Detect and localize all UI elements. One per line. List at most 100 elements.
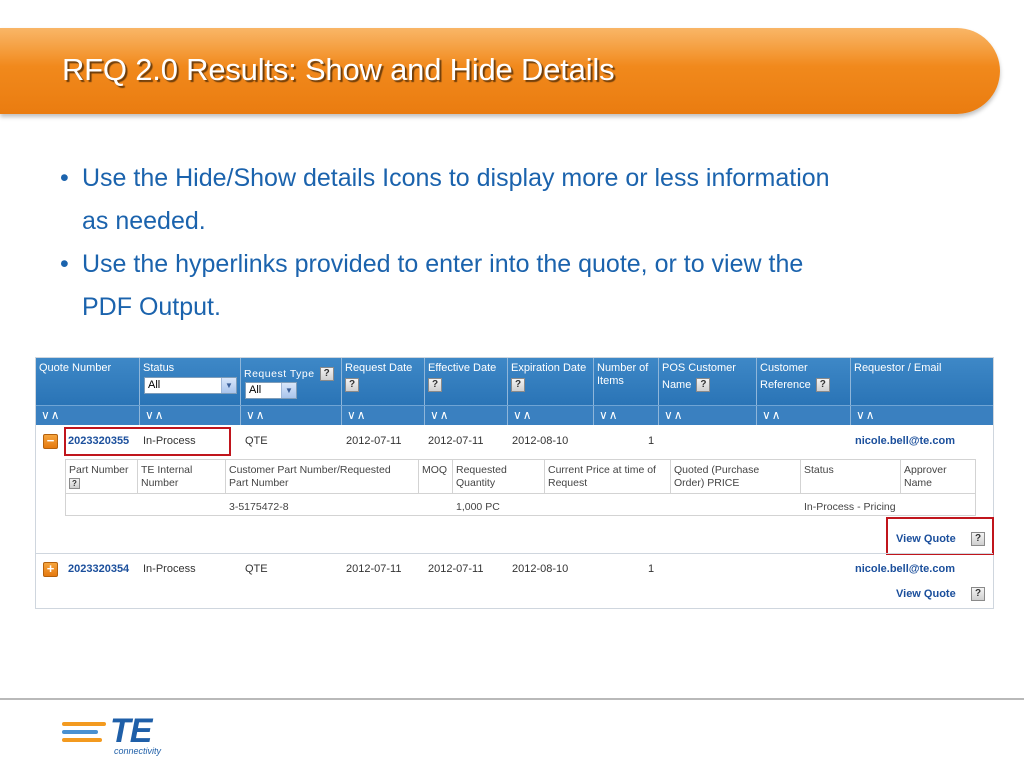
sort-toggle-icon[interactable]: ∨∧ [594, 406, 659, 425]
show-details-icon[interactable]: + [43, 562, 58, 577]
logo-swoosh-blue [62, 730, 98, 734]
column-header-requestor-email[interactable]: Requestor / Email [851, 358, 993, 405]
dropdown-arrow-icon[interactable]: ▼ [281, 383, 296, 398]
request-type-filter-select[interactable]: All ▼ [245, 382, 297, 399]
column-label: Order) PRICE [674, 477, 740, 489]
row-effective-date: 2012-07-11 [428, 435, 484, 447]
detail-column-status: Status [801, 460, 901, 494]
details-header: Part Number ? TE Internal Number Custome… [66, 460, 975, 494]
column-header-request-date[interactable]: Request Date ? [342, 358, 425, 405]
detail-column-approver-name: Approver Name [901, 460, 975, 494]
column-label: Quantity [456, 477, 496, 489]
detail-column-part-number: Part Number ? [66, 460, 138, 494]
detail-column-requested-quantity: Requested Quantity [453, 460, 545, 494]
column-label: Status [804, 464, 834, 476]
sort-toggle-icon[interactable]: ∨∧ [241, 406, 342, 425]
column-label: Request [548, 477, 588, 489]
sort-toggle-icon[interactable]: ∨∧ [140, 406, 241, 425]
column-header-quote-number[interactable]: Quote Number [36, 358, 140, 405]
sort-toggle-icon[interactable]: ∨∧ [508, 406, 594, 425]
column-header-effective-date[interactable]: Effective Date ? [425, 358, 508, 405]
help-icon[interactable]: ? [511, 378, 525, 392]
sort-toggle-icon[interactable]: ∨∧ [425, 406, 508, 425]
requestor-email-link[interactable]: nicole.bell@te.com [855, 435, 955, 447]
column-label: Customer Part Number/Requested [229, 464, 391, 476]
logo-tagline: connectivity [114, 746, 162, 756]
table-row: + 2023320354 In-Process QTE 2012-07-11 2… [36, 558, 993, 580]
bullet-text-line: as needed. [82, 207, 206, 235]
detail-column-te-internal-number: TE Internal Number [138, 460, 226, 494]
row-expiration-date: 2012-08-10 [512, 435, 569, 447]
detail-customer-part-number: 3-5175472-8 [229, 501, 289, 513]
column-header-customer-reference[interactable]: Customer Reference ? [757, 358, 851, 405]
logo-swoosh-orange [62, 722, 106, 726]
dropdown-arrow-icon[interactable]: ▼ [221, 378, 236, 393]
column-label: Requestor / Email [854, 362, 942, 374]
column-label: Effective Date [428, 362, 497, 374]
column-label: Items [597, 375, 624, 387]
slide-title: RFQ 2.0 Results: Show and Hide Details [62, 52, 615, 87]
column-label: Expiration Date [511, 362, 587, 374]
help-icon[interactable]: ? [319, 367, 334, 381]
column-label: Requested [456, 464, 507, 476]
details-subtable: Part Number ? TE Internal Number Custome… [65, 459, 976, 516]
column-label: Number [141, 477, 179, 489]
quote-number-link[interactable]: 2023320354 [68, 563, 129, 575]
column-label: Customer [760, 362, 808, 374]
column-label: Quoted (Purchase [674, 464, 760, 476]
help-icon[interactable]: ? [428, 378, 442, 392]
column-header-request-type: Request Type ? All ▼ [241, 358, 342, 405]
help-icon[interactable]: ? [971, 587, 985, 601]
row-request-date: 2012-07-11 [346, 435, 402, 447]
column-label: POS Customer [662, 362, 736, 374]
view-quote-link[interactable]: View Quote [896, 588, 956, 600]
detail-requested-quantity: 1,000 PC [456, 501, 500, 513]
bullet-dot: • [60, 164, 69, 192]
bullet-text-line: Use the hyperlinks provided to enter int… [82, 250, 804, 278]
column-header-number-of-items[interactable]: Number of Items [594, 358, 659, 405]
bullet-text-line: PDF Output. [82, 293, 221, 321]
column-header-expiration-date[interactable]: Expiration Date ? [508, 358, 594, 405]
row-number-of-items: 1 [648, 563, 655, 575]
column-label: Name [662, 378, 692, 391]
te-connectivity-logo: TE connectivity [62, 712, 182, 758]
status-filter-select[interactable]: All ▼ [144, 377, 237, 394]
column-label: Number of [597, 362, 649, 374]
help-icon[interactable]: ? [345, 378, 359, 392]
detail-column-customer-part-number: Customer Part Number/Requested Part Numb… [226, 460, 419, 494]
row-effective-date: 2012-07-11 [428, 563, 484, 575]
row-separator [36, 553, 993, 554]
sort-toggle-icon[interactable]: ∨∧ [342, 406, 425, 425]
row-request-date: 2012-07-11 [346, 563, 402, 575]
bullet-text-line: Use the Hide/Show details Icons to displ… [82, 164, 830, 192]
column-label: Quote Number [39, 362, 112, 374]
footer-divider [0, 698, 1024, 700]
bullet-list: • Use the Hide/Show details Icons to dis… [60, 157, 960, 329]
sort-toggle-icon[interactable]: ∨∧ [659, 406, 757, 425]
column-label: Request Date [345, 362, 413, 374]
sort-toggle-icon[interactable]: ∨∧ [757, 406, 851, 425]
column-label: Approver [904, 464, 947, 476]
hide-details-icon[interactable]: − [43, 434, 58, 449]
column-label: MOQ [422, 464, 448, 476]
help-icon[interactable]: ? [69, 477, 80, 489]
detail-column-current-price: Current Price at time of Request [545, 460, 671, 494]
row-status: In-Process [143, 563, 196, 575]
requestor-email-link[interactable]: nicole.bell@te.com [855, 563, 955, 575]
sort-toggle-icon[interactable]: ∨∧ [36, 406, 140, 425]
bullet-item: • Use the hyperlinks provided to enter i… [60, 243, 960, 329]
column-label: Part Number [229, 477, 289, 489]
rfq-results-grid: Quote Number Status All ▼ Request Type ?… [35, 357, 994, 609]
column-label: Current Price at time of [548, 464, 656, 476]
help-icon[interactable]: ? [696, 378, 711, 392]
sort-toggle-icon[interactable]: ∨∧ [851, 406, 993, 425]
highlight-box [64, 427, 231, 456]
column-header-status: Status All ▼ [140, 358, 241, 405]
help-icon[interactable]: ? [815, 378, 830, 392]
column-header-pos-customer-name[interactable]: POS Customer Name ? [659, 358, 757, 405]
status-filter-value: All [148, 379, 161, 391]
bullet-item: • Use the Hide/Show details Icons to dis… [60, 157, 960, 243]
detail-status: In-Process - Pricing [804, 501, 896, 513]
sort-bar: ∨∧ ∨∧ ∨∧ ∨∧ ∨∧ ∨∧ ∨∧ ∨∧ ∨∧ ∨∧ [36, 405, 993, 425]
bullet-dot: • [60, 250, 69, 278]
